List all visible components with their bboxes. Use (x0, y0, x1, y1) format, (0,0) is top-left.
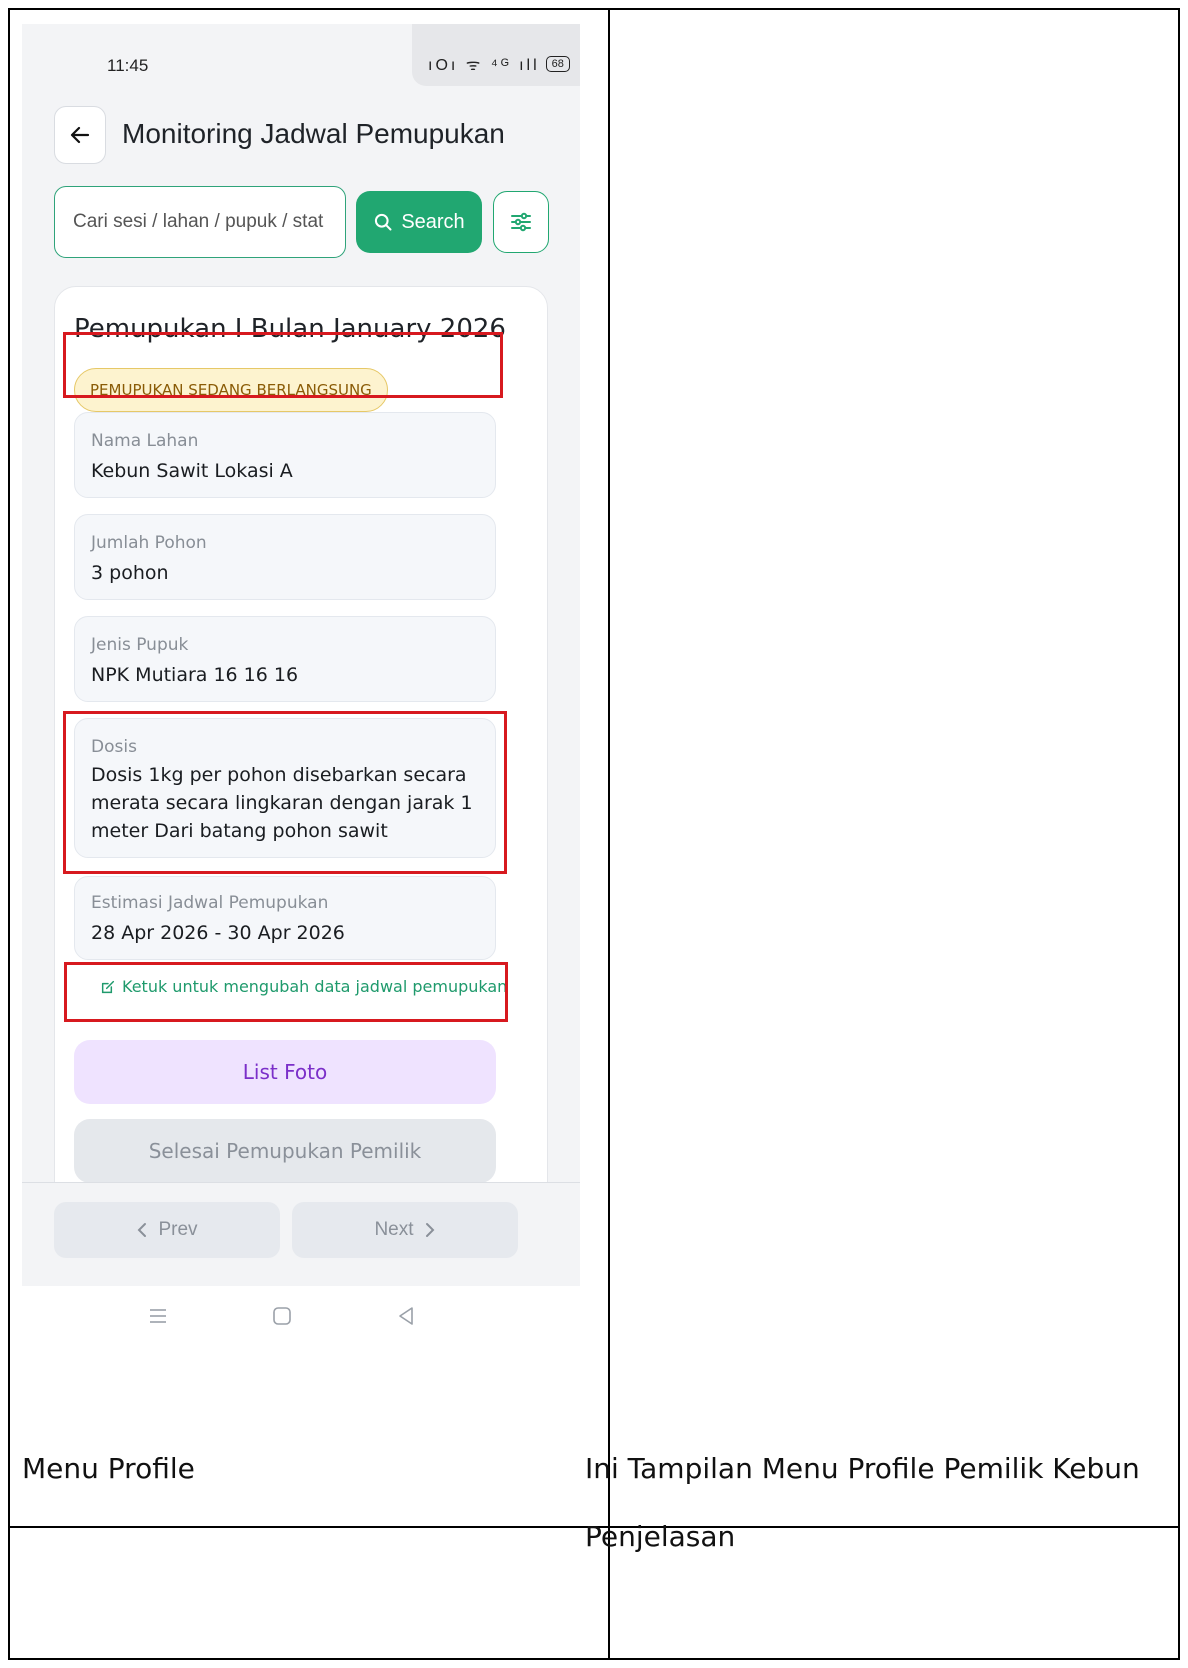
field-value: 28 Apr 2026 - 30 Apr 2026 (91, 922, 345, 944)
status-bar: 11:45 ıOı ᯤ ⁴ᴳ ıll 68 (22, 24, 580, 86)
menu-icon[interactable] (148, 1306, 168, 1332)
sliders-icon (511, 212, 531, 232)
annotation-status-badge (63, 332, 503, 398)
page-title: Monitoring Jadwal Pemupukan (122, 118, 505, 149)
back-button[interactable] (54, 106, 106, 164)
status-icons: ıOı ᯤ ⁴ᴳ ıll 68 (428, 53, 570, 75)
cell-menu-profile: Menu Profile (22, 1452, 195, 1485)
selesai-pemupukan-button[interactable]: Selesai Pemupukan Pemilik (74, 1119, 496, 1183)
annotation-dosis (63, 711, 507, 874)
list-foto-button[interactable]: List Foto (74, 1040, 496, 1104)
field-value: 3 pohon (91, 562, 169, 584)
filter-button[interactable] (493, 191, 549, 253)
field-value: Kebun Sawit Lokasi A (91, 460, 293, 482)
battery-icon: 68 (545, 56, 570, 72)
cell-description-line2: Penjelasan (585, 1520, 736, 1553)
annotation-edit-link (64, 962, 508, 1022)
field-label: Jumlah Pohon (91, 533, 207, 553)
search-input[interactable] (54, 186, 346, 258)
search-icon (375, 213, 392, 231)
home-icon[interactable] (272, 1306, 292, 1332)
search-button[interactable]: Search (356, 191, 482, 253)
prev-label: Prev (158, 1219, 198, 1240)
chevron-left-icon (138, 1223, 147, 1237)
field-nama-lahan: Nama Lahan Kebun Sawit Lokasi A (74, 412, 496, 498)
search-button-label: Search (401, 210, 465, 233)
status-icons-area: ıOı ᯤ ⁴ᴳ ıll 68 (412, 24, 580, 86)
field-estimasi-jadwal: Estimasi Jadwal Pemupukan 28 Apr 2026 - … (74, 876, 496, 960)
field-label: Jenis Pupuk (91, 635, 189, 655)
chevron-right-icon (425, 1223, 434, 1237)
system-nav-bar (22, 1286, 580, 1368)
phone-screen: 11:45 ıOı ᯤ ⁴ᴳ ıll 68 Monitoring Jadwal … (22, 24, 580, 1368)
arrow-left-icon (70, 126, 90, 144)
next-button[interactable]: Next (292, 1202, 518, 1258)
table-divider-vertical (608, 10, 610, 1660)
field-jumlah-pohon: Jumlah Pohon 3 pohon (74, 514, 496, 600)
back-nav-icon[interactable] (396, 1306, 416, 1332)
field-value: NPK Mutiara 16 16 16 (91, 664, 299, 686)
next-label: Next (374, 1219, 414, 1240)
field-label: Nama Lahan (91, 431, 199, 451)
status-time: 11:45 (107, 56, 149, 75)
field-jenis-pupuk: Jenis Pupuk NPK Mutiara 16 16 16 (74, 616, 496, 702)
field-label: Estimasi Jadwal Pemupukan (91, 893, 329, 913)
signal-icons: ıOı ᯤ ⁴ᴳ ıll (428, 57, 540, 74)
prev-button[interactable]: Prev (54, 1202, 280, 1258)
cell-description-line1: Ini Tampilan Menu Profile Pemilik Kebun (585, 1452, 1140, 1485)
